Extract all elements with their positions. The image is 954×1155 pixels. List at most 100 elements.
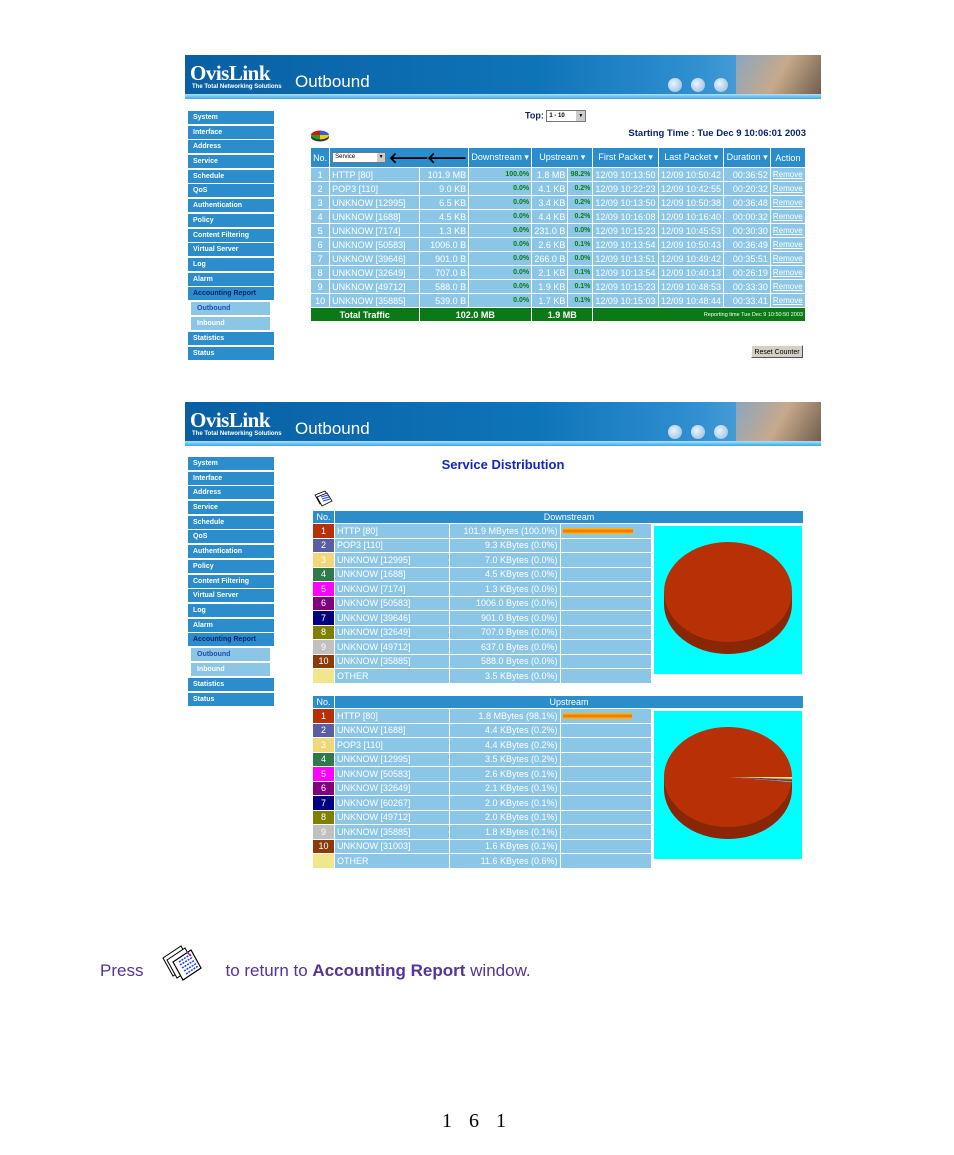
percent-bar-cell (559, 653, 652, 669)
sidebar-item-service[interactable]: Service (188, 155, 274, 169)
remove-link[interactable]: Remove (769, 293, 807, 308)
percent-bar-cell (559, 624, 652, 640)
downstream-percent: 0.0% (468, 251, 533, 266)
service-name: OTHER (334, 853, 450, 869)
sidebar-item-accounting-report[interactable]: Accounting Report (188, 287, 274, 301)
upstream-percent: 0.1% (567, 293, 594, 308)
first-packet: 12/09 10:15:03 (592, 293, 659, 308)
sidebar-item-accounting-report[interactable]: Accounting Report (188, 633, 274, 647)
upstream-percent: 0.2% (567, 181, 594, 196)
col-last-packet[interactable]: Last Packet ▾ (657, 147, 725, 168)
sidebar-subitem-outbound[interactable]: Outbound (191, 302, 270, 316)
sidebar-item-status[interactable]: Status (188, 692, 274, 706)
sidebar-item-address[interactable]: Address (188, 140, 274, 154)
col-upstream[interactable]: Upstream ▾ (531, 147, 594, 168)
service-name: OTHER (334, 668, 450, 684)
remove-link[interactable]: Remove (769, 167, 807, 182)
traffic-value: 901.0 Bytes (0.0%) (448, 610, 561, 626)
sidebar-item-policy[interactable]: Policy (188, 559, 274, 573)
sidebar-item-log[interactable]: Log (188, 257, 274, 271)
page-title: Outbound (295, 72, 370, 91)
percent-bar-cell (559, 853, 652, 869)
upstream-percent: 0.2% (567, 209, 594, 224)
traffic-value: 11.6 KBytes (0.6%) (448, 853, 561, 869)
report-document-icon (162, 945, 203, 981)
percent-bar-cell (559, 595, 652, 611)
row-number: 10 (312, 838, 335, 854)
percent-bar-cell (559, 795, 652, 811)
col-first-packet[interactable]: First Packet ▾ (592, 147, 659, 168)
remove-link[interactable]: Remove (769, 251, 807, 266)
reset-counter-button[interactable]: Reset Counter (751, 345, 803, 358)
sidebar-item-statistics[interactable]: Statistics (188, 677, 274, 691)
pie-chart-icon[interactable] (310, 128, 330, 142)
service-select[interactable]: Service ▼ (332, 152, 387, 163)
sidebar-item-statistics[interactable]: Statistics (188, 331, 274, 345)
sidebar-item-interface[interactable]: Interface (188, 471, 274, 485)
remove-link[interactable]: Remove (769, 223, 807, 238)
sidebar-subitem-inbound[interactable]: Inbound (191, 662, 270, 676)
sidebar-item-alarm[interactable]: Alarm (188, 618, 274, 632)
remove-link[interactable]: Remove (769, 265, 807, 280)
first-packet: 12/09 10:15:23 (592, 223, 659, 238)
sidebar-item-system[interactable]: System (188, 111, 274, 124)
upstream-percent: 0.1% (567, 265, 594, 280)
chevron-down-icon: ▼ (377, 153, 386, 162)
row-number: 1 (312, 523, 335, 539)
sidebar-item-interface[interactable]: Interface (188, 125, 274, 139)
row-number: 3 (312, 552, 335, 568)
sidebar-item-authentication[interactable]: Authentication (188, 545, 274, 559)
remove-link[interactable]: Remove (769, 237, 807, 252)
sidebar-item-authentication[interactable]: Authentication (188, 199, 274, 213)
sidebar-item-policy[interactable]: Policy (188, 213, 274, 227)
top-select[interactable]: 1 - 10 ▼ (546, 110, 587, 122)
col-duration[interactable]: Duration ▾ (723, 147, 771, 168)
upstream-percent: 0.2% (567, 195, 594, 210)
sidebar-item-log[interactable]: Log (188, 603, 274, 617)
sidebar-item-virtual-server[interactable]: Virtual Server (188, 589, 274, 603)
sidebar-item-qos[interactable]: QoS (188, 184, 274, 198)
logo-tagline: The Total Networking Solutions (192, 431, 282, 437)
sidebar-subitem-inbound[interactable]: Inbound (191, 316, 270, 330)
downstream-percent: 0.0% (468, 223, 533, 238)
percent-bar-cell (559, 639, 652, 655)
traffic-value: 2.1 KBytes (0.1%) (448, 780, 561, 796)
downstream-value: 9.0 KB (418, 181, 470, 196)
sidebar-item-address[interactable]: Address (188, 486, 274, 500)
remove-link[interactable]: Remove (769, 181, 807, 196)
table-row: 1 HTTP [80] 101.9 MB 100.0% 1.8 MB 98.2% 12/09… (309, 167, 807, 182)
remove-link[interactable]: Remove (769, 209, 807, 224)
top-control: Top: 1 - 10 ▼ (525, 110, 587, 122)
upstream-value: 231.0 B (531, 223, 569, 238)
service-name: UNKNOW [12995] (334, 751, 450, 767)
row-number: 2 (312, 722, 335, 738)
percent-bar (562, 712, 632, 719)
percent-bar-cell (559, 737, 652, 753)
row-number: 7 (312, 795, 335, 811)
sidebar-item-alarm[interactable]: Alarm (188, 272, 274, 286)
sidebar-item-schedule[interactable]: Schedule (188, 169, 274, 183)
row-number: 4 (312, 751, 335, 767)
upstream-percent: 98.2% (567, 167, 594, 182)
sidebar-item-virtual-server[interactable]: Virtual Server (188, 243, 274, 257)
globe-icon (714, 425, 728, 439)
sidebar-item-schedule[interactable]: Schedule (188, 515, 274, 529)
traffic-value: 2.0 KBytes (0.1%) (448, 795, 561, 811)
sidebar-item-status[interactable]: Status (188, 346, 274, 360)
sidebar-item-qos[interactable]: QoS (188, 530, 274, 544)
sidebar-subitem-outbound[interactable]: Outbound (191, 648, 270, 662)
row-number: 7 (309, 251, 331, 266)
traffic-value: 2.6 KBytes (0.1%) (448, 766, 561, 782)
back-to-report-icon[interactable] (313, 490, 333, 508)
chevron-down-icon: ▼ (576, 111, 586, 121)
sidebar-item-service[interactable]: Service (188, 501, 274, 515)
duration: 00:36:49 (723, 237, 771, 252)
remove-link[interactable]: Remove (769, 195, 807, 210)
sidebar-item-content-filtering[interactable]: Content Filtering (188, 574, 274, 588)
table-row: 6 UNKNOW [50583] 1006.0 B 0.0% 2.6 KB 0.1% 12/… (309, 237, 807, 252)
remove-link[interactable]: Remove (769, 279, 807, 294)
col-downstream[interactable]: Downstream ▾ (468, 147, 533, 168)
sidebar-item-content-filtering[interactable]: Content Filtering (188, 228, 274, 242)
page-number: 1 6 1 (442, 1110, 512, 1132)
percent-bar (562, 527, 633, 534)
